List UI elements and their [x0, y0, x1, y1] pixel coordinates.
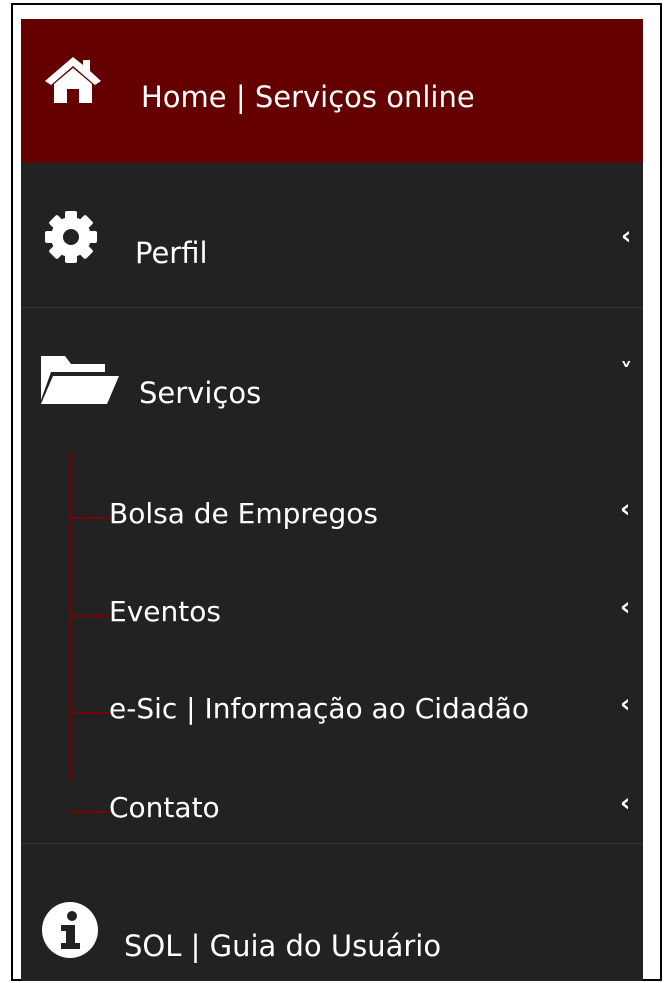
submenu-item-bolsa-de-empregos[interactable]: Bolsa de Empregos ‹ [69, 486, 643, 546]
home-icon [45, 57, 101, 103]
sidebar-item-label: Perfil [135, 236, 208, 270]
folder-open-icon [41, 356, 119, 404]
tree-branch [69, 811, 109, 813]
chevron-left-icon: ‹ [620, 494, 631, 523]
sidebar-menu: Home | Serviços online Perfil ‹ Serviços… [21, 19, 643, 981]
tree-branch [69, 615, 109, 617]
sidebar-item-label: Serviços [139, 376, 262, 410]
sidebar-item-guia-do-usuario[interactable]: SOL | Guia do Usuário [21, 843, 643, 981]
sidebar-item-servicos[interactable]: Serviços ˅ Bolsa de Empregos ‹ Eventos ‹… [21, 308, 643, 843]
gear-icon [45, 211, 97, 263]
submenu-item-label: Contato [109, 791, 220, 824]
submenu-item-label: e-Sic | Informação ao Cidadão [109, 692, 530, 725]
submenu-item-label: Bolsa de Empregos [109, 497, 379, 530]
chevron-left-icon: ‹ [621, 221, 632, 250]
submenu-item-eventos[interactable]: Eventos ‹ [69, 584, 643, 644]
tree-branch [69, 517, 109, 519]
sidebar-item-label: SOL | Guia do Usuário [124, 929, 442, 963]
sidebar-item-home[interactable]: Home | Serviços online [21, 19, 643, 163]
tree-branch [69, 712, 109, 714]
chevron-left-icon: ‹ [620, 788, 631, 817]
sidebar-item-label: Home | Serviços online [141, 80, 475, 114]
chevron-left-icon: ‹ [620, 689, 631, 718]
submenu-item-e-sic[interactable]: e-Sic | Informação ao Cidadão ‹ [69, 681, 643, 741]
chevron-left-icon: ‹ [620, 592, 631, 621]
sidebar-item-perfil[interactable]: Perfil ‹ [21, 163, 643, 307]
submenu-item-contato[interactable]: Contato ‹ [69, 780, 643, 840]
info-icon [42, 902, 98, 958]
chevron-down-icon: ˅ [620, 358, 633, 387]
submenu-item-label: Eventos [109, 595, 221, 628]
